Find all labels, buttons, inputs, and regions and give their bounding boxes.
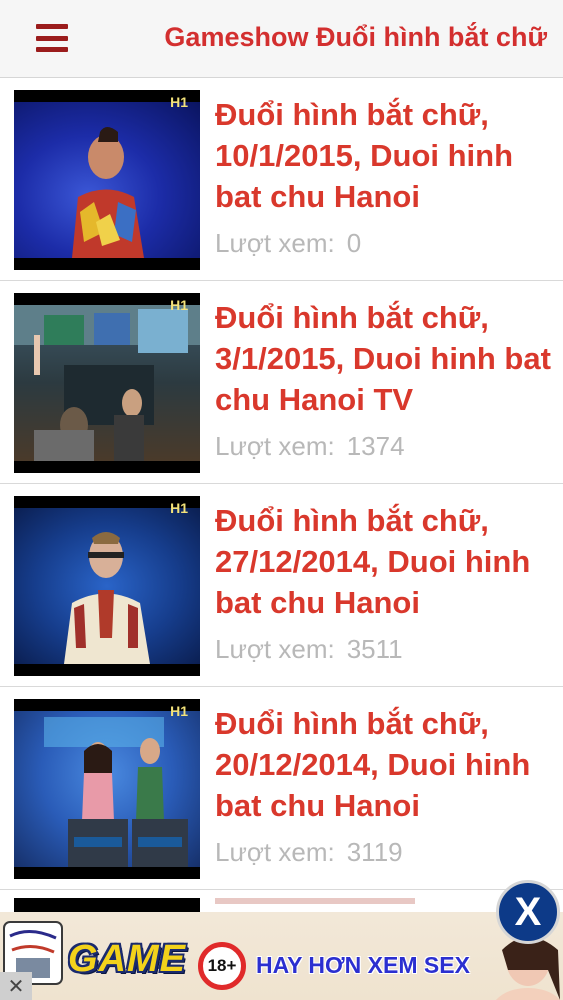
view-count-label: Lượt xem: bbox=[215, 431, 335, 461]
video-list-item[interactable]: H1 Đuổi hình bắt chữ, 10/1/2015, Duoi hi… bbox=[0, 78, 563, 281]
ad-age-badge: 18+ bbox=[198, 942, 246, 990]
video-thumbnail[interactable]: H1 bbox=[14, 293, 200, 473]
video-list-item[interactable]: H1 Đuổi hình bắt chữ, 3/1/2015, Duoi hin… bbox=[0, 281, 563, 484]
video-list: H1 Đuổi hình bắt chữ, 10/1/2015, Duoi hi… bbox=[0, 78, 563, 890]
channel-logo: H1 bbox=[170, 500, 188, 516]
close-icon[interactable]: X bbox=[496, 880, 560, 944]
hamburger-menu-icon[interactable] bbox=[36, 24, 68, 52]
video-title[interactable]: Đuổi hình bắt chữ, 10/1/2015, Duoi hinh … bbox=[215, 94, 555, 217]
view-count-label: Lượt xem: bbox=[215, 228, 335, 258]
video-list-item[interactable]: H1 Đuổi hình bắt chữ, 27/12/2014, Duoi h… bbox=[0, 484, 563, 687]
video-thumbnail[interactable]: H1 bbox=[14, 496, 200, 676]
view-count: Lượt xem: 1374 bbox=[215, 431, 405, 462]
video-thumbnail[interactable]: H1 bbox=[14, 90, 200, 270]
view-count: Lượt xem: 3119 bbox=[215, 837, 403, 868]
channel-logo: H1 bbox=[170, 703, 188, 719]
view-count: Lượt xem: 3511 bbox=[215, 634, 403, 665]
video-title[interactable]: Đuổi hình bắt chữ, 20/12/2014, Duoi hinh… bbox=[215, 703, 555, 826]
view-count-value: 0 bbox=[346, 228, 362, 258]
video-list-item[interactable]: H1 Đuổi hình bắt chữ, 20/12/2014, Duoi h… bbox=[0, 687, 563, 890]
video-title[interactable]: Đuổi hình bắt chữ, 27/12/2014, Duoi hinh… bbox=[215, 500, 555, 623]
view-count-value: 3511 bbox=[346, 634, 403, 664]
view-count: Lượt xem: 0 bbox=[215, 228, 361, 259]
video-title[interactable]: Đuổi hình bắt chữ, 3/1/2015, Duoi hinh b… bbox=[215, 297, 555, 420]
channel-logo: H1 bbox=[170, 297, 188, 313]
view-count-label: Lượt xem: bbox=[215, 837, 335, 867]
app-header: Gameshow Đuổi hình bắt chữ bbox=[0, 0, 563, 78]
view-count-value: 3119 bbox=[346, 837, 403, 867]
ad-dismiss-icon[interactable]: ✕ bbox=[0, 972, 32, 1000]
ad-banner[interactable]: GAME 18+ HAY HƠN XEM SEX ✕ bbox=[0, 912, 563, 1000]
view-count-label: Lượt xem: bbox=[215, 634, 335, 664]
channel-logo: H1 bbox=[170, 94, 188, 110]
ad-game-text: GAME bbox=[68, 938, 186, 980]
view-count-value: 1374 bbox=[346, 431, 405, 461]
ad-slogan: HAY HƠN XEM SEX bbox=[256, 952, 470, 978]
video-thumbnail[interactable]: H1 bbox=[14, 699, 200, 879]
page-title: Gameshow Đuổi hình bắt chữ bbox=[164, 22, 547, 52]
video-title-partial bbox=[215, 898, 415, 904]
